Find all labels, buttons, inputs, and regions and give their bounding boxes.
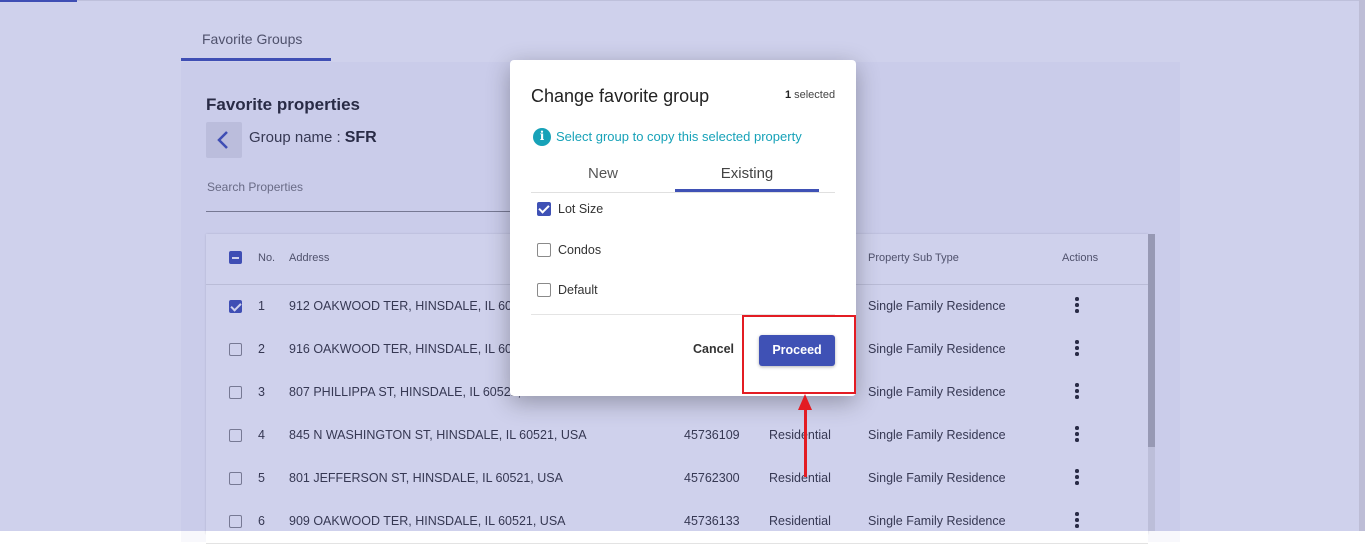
- dialog-tabs: New Existing: [531, 160, 835, 193]
- dialog-info-text: Select group to copy this selected prope…: [556, 129, 802, 144]
- group-option-label: Lot Size: [558, 202, 604, 216]
- annotation-highlight-box: [742, 315, 856, 394]
- group-option-checkbox[interactable]: [537, 242, 551, 257]
- group-option-checkbox[interactable]: [537, 283, 551, 297]
- dialog-title: Change favorite group: [531, 86, 710, 106]
- tab-new[interactable]: New: [531, 165, 675, 182]
- annotation-arrow-line: [804, 408, 807, 477]
- selected-count-number: 1: [785, 89, 792, 101]
- tab-existing-indicator: [675, 189, 819, 192]
- tab-existing[interactable]: Existing: [675, 165, 819, 182]
- selected-count-label: selected: [794, 89, 836, 101]
- group-option-label: Default: [558, 283, 598, 297]
- info-icon: [533, 128, 551, 146]
- group-option-checkbox[interactable]: [537, 202, 551, 216]
- cancel-button[interactable]: Cancel: [693, 342, 734, 356]
- group-option-label: Condos: [558, 242, 602, 257]
- page-scrollbar[interactable]: [1359, 0, 1365, 531]
- selected-count: 1 selected: [785, 89, 835, 101]
